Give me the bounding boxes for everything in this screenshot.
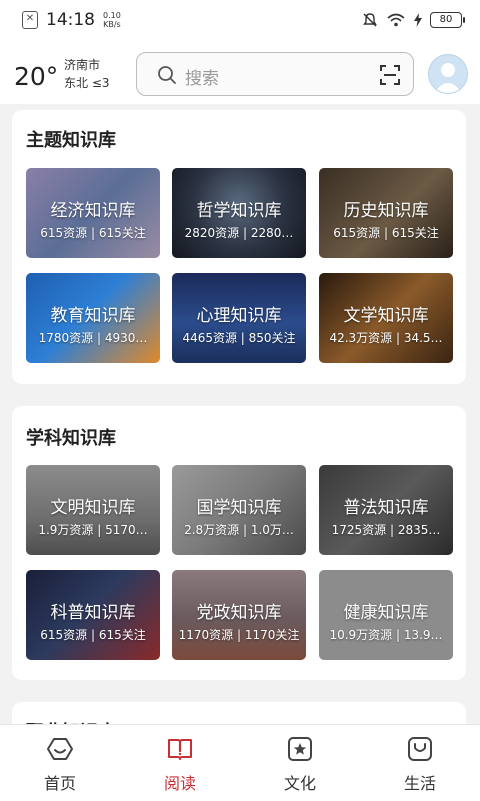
location-weather[interactable]: 济南市 东北 ≤3 (64, 56, 110, 92)
nav-label: 阅读 (163, 774, 196, 793)
tile-civilization[interactable]: 文明知识库 1.9万资源 | 5170… (26, 465, 160, 555)
tile-stats: 42.3万资源 | 34.5… (329, 331, 443, 345)
home-icon (47, 738, 73, 760)
nav-reading[interactable]: 阅读 (120, 725, 240, 801)
tile-name: 教育知识库 (50, 306, 136, 326)
search-bar[interactable]: 搜索 (136, 52, 414, 96)
battery-indicator: 80 (430, 12, 465, 28)
mute-icon (363, 13, 377, 27)
notification-app-icon: ✕ (22, 11, 38, 29)
nav-label: 首页 (43, 774, 76, 793)
tile-name: 历史知识库 (343, 201, 429, 221)
tile-name: 经济知识库 (50, 201, 136, 221)
tile-law[interactable]: 普法知识库 1725资源 | 2835… (319, 465, 453, 555)
tile-name: 文明知识库 (50, 498, 136, 518)
search-icon (158, 66, 176, 84)
tile-education[interactable]: 教育知识库 1780资源 | 4930… (26, 273, 160, 363)
tile-stats: 2820资源 | 2280… (184, 226, 294, 240)
nav-label: 生活 (403, 774, 436, 793)
network-speed: 0.10 KB/s (103, 11, 121, 29)
theme-knowledge-section: 主题知识库 经济知识库 615资源 | 615关注 哲学知识库 2820资源 |… (12, 110, 466, 384)
tile-name: 科普知识库 (50, 603, 136, 623)
tile-name: 健康知识库 (343, 603, 429, 623)
temperature: 20° (14, 62, 59, 91)
charging-icon (414, 13, 422, 27)
tile-name: 心理知识库 (196, 306, 282, 326)
tile-name: 党政知识库 (196, 603, 282, 623)
nav-home[interactable]: 首页 (0, 725, 120, 801)
tile-stats: 1170资源 | 1170关注 (178, 628, 300, 642)
tile-stats: 615资源 | 615关注 (40, 226, 146, 240)
tile-stats: 1725资源 | 2835… (331, 523, 441, 537)
tile-stats: 4465资源 | 850关注 (182, 331, 296, 345)
subject-knowledge-section: 学科知识库 文明知识库 1.9万资源 | 5170… 国学知识库 2.8万资源 … (12, 406, 466, 680)
clock: 14:18 (46, 10, 95, 30)
tile-stats: 615资源 | 615关注 (40, 628, 146, 642)
user-avatar-icon (434, 63, 462, 93)
bottom-navigation: 首页 阅读 文化 生活 (0, 724, 480, 801)
tile-stats: 1.9万资源 | 5170… (38, 523, 148, 537)
tile-economics[interactable]: 经济知识库 615资源 | 615关注 (26, 168, 160, 258)
tile-stats: 1780资源 | 4930… (38, 331, 148, 345)
book-icon (168, 739, 192, 760)
wind-info: 东北 ≤3 (64, 76, 110, 90)
tile-name: 国学知识库 (196, 498, 282, 518)
tile-stats: 2.8万资源 | 1.0万… (184, 523, 294, 537)
tile-party-politics[interactable]: 党政知识库 1170资源 | 1170关注 (172, 570, 306, 660)
tile-health[interactable]: 健康知识库 10.9万资源 | 13.9… (319, 570, 453, 660)
tile-philosophy[interactable]: 哲学知识库 2820资源 | 2280… (172, 168, 306, 258)
app-header: 20° 济南市 东北 ≤3 搜索 (0, 40, 480, 104)
section-title: 学科知识库 (26, 428, 116, 449)
wifi-icon (387, 13, 405, 27)
status-bar: ✕ 14:18 0.10 KB/s 80 (0, 0, 480, 40)
tile-name: 普法知识库 (343, 498, 429, 518)
nav-life[interactable]: 生活 (360, 725, 480, 801)
city-name: 济南市 (64, 58, 101, 72)
nav-label: 文化 (283, 774, 316, 793)
section-title: 主题知识库 (26, 130, 116, 151)
avatar[interactable] (428, 54, 468, 94)
tile-psychology[interactable]: 心理知识库 4465资源 | 850关注 (172, 273, 306, 363)
tile-stats: 615资源 | 615关注 (333, 226, 439, 240)
star-icon (288, 737, 312, 761)
tile-science[interactable]: 科普知识库 615资源 | 615关注 (26, 570, 160, 660)
tile-sinology[interactable]: 国学知识库 2.8万资源 | 1.0万… (172, 465, 306, 555)
tile-history[interactable]: 历史知识库 615资源 | 615关注 (319, 168, 453, 258)
tile-name: 哲学知识库 (196, 201, 282, 221)
scan-icon[interactable] (379, 64, 401, 86)
nav-culture[interactable]: 文化 (240, 725, 360, 801)
smile-bag-icon (408, 737, 432, 761)
tile-name: 文学知识库 (343, 306, 429, 326)
search-input[interactable]: 搜索 (185, 64, 219, 89)
tile-stats: 10.9万资源 | 13.9… (329, 628, 443, 642)
tile-literature[interactable]: 文学知识库 42.3万资源 | 34.5… (319, 273, 453, 363)
